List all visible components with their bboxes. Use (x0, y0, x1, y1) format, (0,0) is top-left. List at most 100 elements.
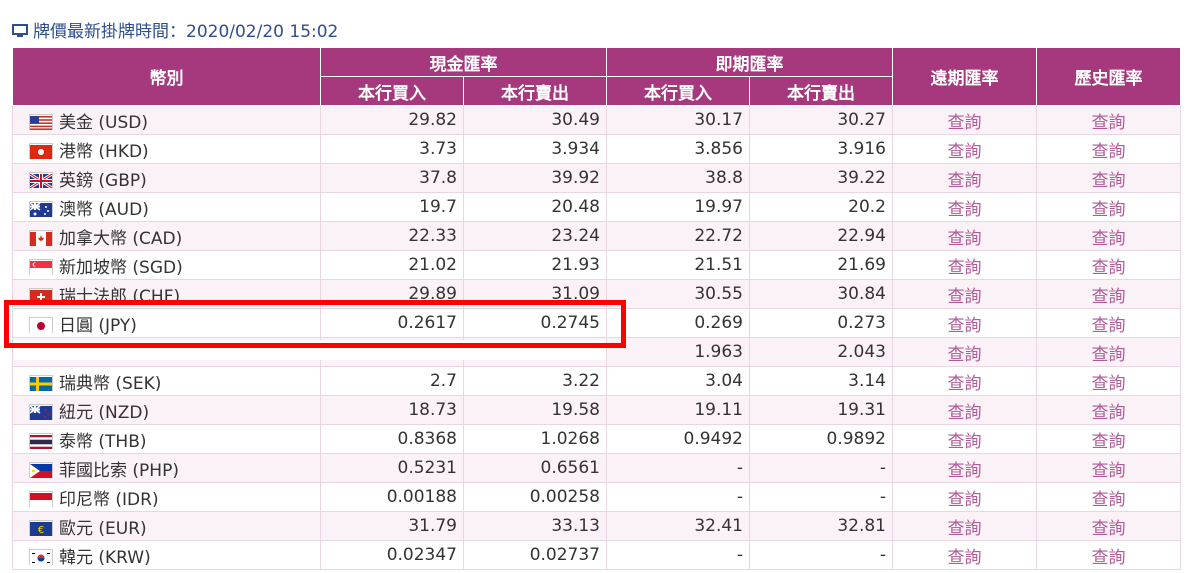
spot-buy-value: 0.269 (606, 308, 750, 338)
gb-flag-icon (29, 171, 53, 189)
currency-name: 新加坡幣 (SGD) (59, 257, 183, 278)
history-query-link[interactable]: 查詢 (1036, 192, 1181, 222)
cash-buy-value: 3.73 (320, 134, 464, 164)
header-cash-rate: 現金匯率 (320, 47, 607, 77)
currency-cell: 加拿大幣 (CAD) (12, 221, 321, 251)
eu-flag-icon: € (29, 519, 53, 536)
history-query-link[interactable]: 查詢 (1036, 337, 1181, 367)
spot-sell-value: 39.22 (749, 163, 893, 193)
spot-sell-value: - (749, 482, 893, 512)
cash-buy-value: 29.82 (320, 105, 464, 135)
cash-sell-value: 31.09 (463, 279, 607, 309)
ch-flag-icon (29, 287, 53, 304)
history-query-link[interactable]: 查詢 (1036, 134, 1181, 164)
cash-sell-value: 33.13 (463, 511, 607, 541)
table-row: 日圓 (JPY) 0.2617 0.2745 0.269 0.273 查詢 查詢 (12, 308, 1181, 338)
history-query-link[interactable]: 查詢 (1036, 453, 1181, 483)
currency-name: 加拿大幣 (CAD) (59, 228, 183, 249)
forward-query-link[interactable]: 查詢 (892, 308, 1037, 338)
forward-query-link[interactable]: 查詢 (892, 221, 1037, 251)
table-row: 瑞士法郎 (CHF) 29.89 31.09 30.55 30.84 查詢 查詢 (12, 279, 1181, 309)
currency-name: 紐元 (NZD) (59, 402, 150, 423)
table-row: 英鎊 (GBP) 37.8 39.92 38.8 39.22 查詢 查詢 (12, 163, 1181, 193)
forward-query-link[interactable]: 查詢 (892, 163, 1037, 193)
currency-cell: 英鎊 (GBP) (12, 163, 321, 193)
header-spot-sell: 本行賣出 (749, 76, 893, 106)
currency-name: 瑞士法郎 (CHF) (59, 286, 181, 307)
history-query-link[interactable]: 查詢 (1036, 221, 1181, 251)
currency-name: 日圓 (JPY) (59, 315, 137, 336)
spot-sell-value: 3.14 (749, 366, 893, 396)
currency-name: 澳幣 (AUD) (59, 199, 149, 220)
cash-sell-value: 1.0268 (463, 424, 607, 454)
spot-sell-value: - (749, 540, 893, 570)
au-flag-icon (29, 200, 53, 217)
history-query-link[interactable]: 查詢 (1036, 395, 1181, 425)
spot-sell-value: 30.84 (749, 279, 893, 309)
header-currency: 幣別 (12, 47, 321, 106)
table-row: 港幣 (HKD) 3.73 3.934 3.856 3.916 查詢 查詢 (12, 134, 1181, 164)
history-query-link[interactable]: 查詢 (1036, 163, 1181, 193)
header-spot-buy: 本行買入 (606, 76, 750, 106)
history-query-link[interactable]: 查詢 (1036, 279, 1181, 309)
history-query-link[interactable]: 查詢 (1036, 250, 1181, 280)
forward-query-link[interactable]: 查詢 (892, 424, 1037, 454)
history-query-link[interactable]: 查詢 (1036, 511, 1181, 541)
forward-query-link[interactable]: 查詢 (892, 105, 1037, 135)
history-query-link[interactable]: 查詢 (1036, 105, 1181, 135)
kr-flag-icon (29, 548, 53, 565)
history-query-link[interactable]: 查詢 (1036, 482, 1181, 512)
cash-buy-value: 31.79 (320, 511, 464, 541)
forward-query-link[interactable]: 查詢 (892, 453, 1037, 483)
cash-sell-value: 21.93 (463, 250, 607, 280)
spot-buy-value: 30.55 (606, 279, 750, 309)
forward-query-link[interactable]: 查詢 (892, 192, 1037, 222)
exchange-rate-table: 幣別 現金匯率 即期匯率 遠期匯率 歷史匯率 本行買入 本行賣出 本行買入 本行… (12, 47, 1181, 570)
currency-cell: 澳幣 (AUD) (12, 192, 321, 222)
cash-sell-value: 23.24 (463, 221, 607, 251)
currency-name: 印尼幣 (IDR) (59, 489, 159, 510)
forward-query-link[interactable]: 查詢 (892, 134, 1037, 164)
jp-flag-icon (29, 316, 53, 333)
cash-sell-value: 0.02737 (463, 540, 607, 570)
th-flag-icon (29, 432, 53, 449)
spot-buy-value: 1.963 (606, 337, 750, 367)
table-row: 新加坡幣 (SGD) 21.02 21.93 21.51 21.69 查詢 查詢 (12, 250, 1181, 280)
forward-query-link[interactable]: 查詢 (892, 511, 1037, 541)
header-spot-rate: 即期匯率 (606, 47, 893, 77)
cash-buy-value: 19.7 (320, 192, 464, 222)
cash-buy-value: 29.89 (320, 279, 464, 309)
spot-buy-value: 19.11 (606, 395, 750, 425)
forward-query-link[interactable]: 查詢 (892, 366, 1037, 396)
table-row: 泰幣 (THB) 0.8368 1.0268 0.9492 0.9892 查詢 查詢 (12, 424, 1181, 454)
currency-name: 港幣 (HKD) (59, 141, 149, 162)
forward-query-link[interactable]: 查詢 (892, 250, 1037, 280)
history-query-link[interactable]: 查詢 (1036, 308, 1181, 338)
spot-buy-value: 22.72 (606, 221, 750, 251)
history-query-link[interactable]: 查詢 (1036, 366, 1181, 396)
spot-sell-value: 19.31 (749, 395, 893, 425)
currency-cell: 印尼幣 (IDR) (12, 482, 321, 512)
currency-cell: 菲國比索 (PHP) (12, 453, 321, 483)
history-query-link[interactable]: 查詢 (1036, 424, 1181, 454)
cash-buy-value: 0.5231 (320, 453, 464, 483)
history-query-link[interactable]: 查詢 (1036, 540, 1181, 570)
forward-query-link[interactable]: 查詢 (892, 395, 1037, 425)
currency-cell: 泰幣 (THB) (12, 424, 321, 454)
spot-sell-value: 32.81 (749, 511, 893, 541)
forward-query-link[interactable]: 查詢 (892, 337, 1037, 367)
header-forward-rate: 遠期匯率 (892, 47, 1037, 106)
spot-sell-value: 0.9892 (749, 424, 893, 454)
table-row: 加拿大幣 (CAD) 22.33 23.24 22.72 22.94 查詢 查詢 (12, 221, 1181, 251)
currency-name: 瑞典幣 (SEK) (59, 373, 162, 394)
currency-cell: € 歐元 (EUR) (12, 511, 321, 541)
se-flag-icon (29, 374, 53, 391)
forward-query-link[interactable]: 查詢 (892, 540, 1037, 570)
hk-flag-icon (29, 142, 53, 159)
forward-query-link[interactable]: 查詢 (892, 279, 1037, 309)
table-row: 菲國比索 (PHP) 0.5231 0.6561- - 查詢 查詢 (12, 453, 1181, 483)
spot-buy-value: - (606, 482, 750, 512)
spot-buy-value: 3.04 (606, 366, 750, 396)
cash-sell-value: 20.48 (463, 192, 607, 222)
forward-query-link[interactable]: 查詢 (892, 482, 1037, 512)
